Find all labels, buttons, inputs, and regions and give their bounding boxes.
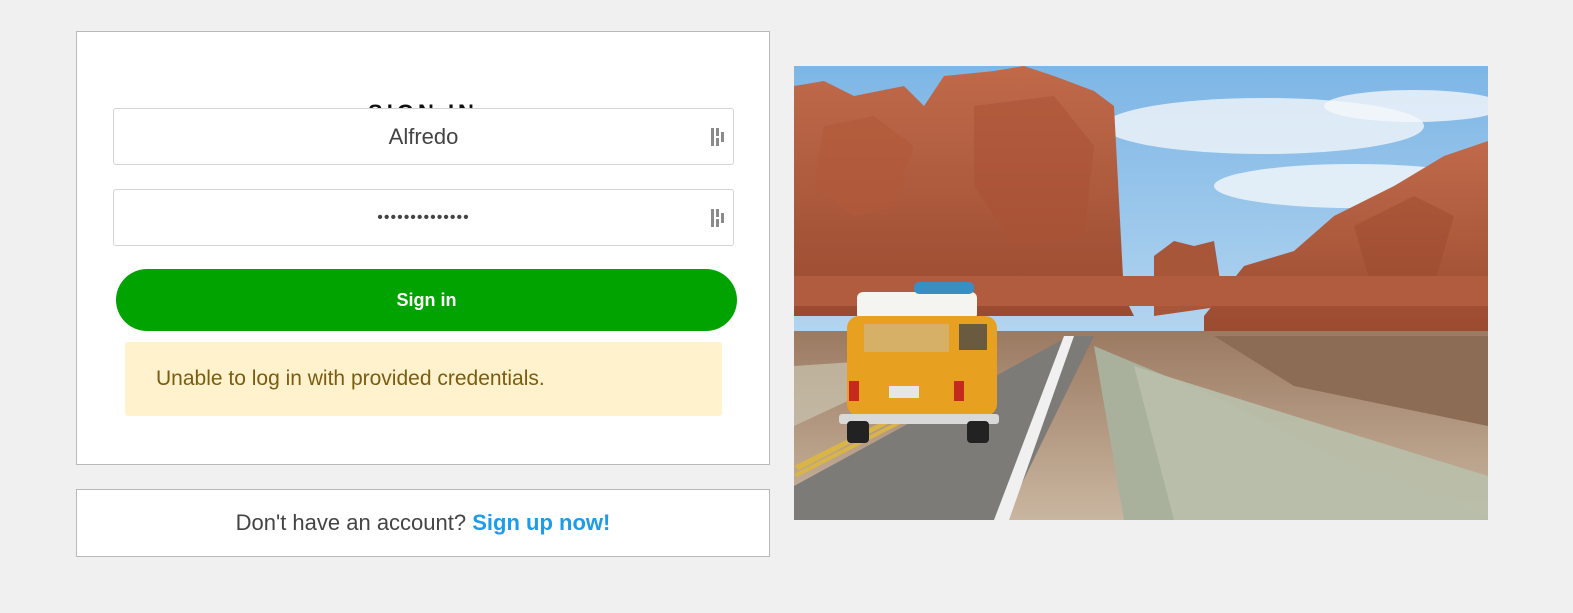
signup-prompt: Don't have an account? [235, 510, 467, 535]
signup-link[interactable]: Sign up now! [472, 510, 610, 535]
hero-image [794, 66, 1488, 520]
password-field[interactable] [113, 189, 734, 246]
password-manager-key-icon[interactable] [710, 127, 726, 147]
error-alert: Unable to log in with provided credentia… [125, 342, 722, 416]
username-field[interactable] [113, 108, 734, 165]
van [839, 282, 999, 443]
signin-button[interactable]: Sign in [116, 269, 737, 331]
signin-card: SIGN IN Sign in Unable to log in with pr… [76, 31, 770, 465]
password-input[interactable] [114, 190, 733, 245]
password-manager-key-icon[interactable] [710, 208, 726, 228]
username-input[interactable] [114, 109, 733, 164]
signup-card: Don't have an account? Sign up now! [76, 489, 770, 557]
